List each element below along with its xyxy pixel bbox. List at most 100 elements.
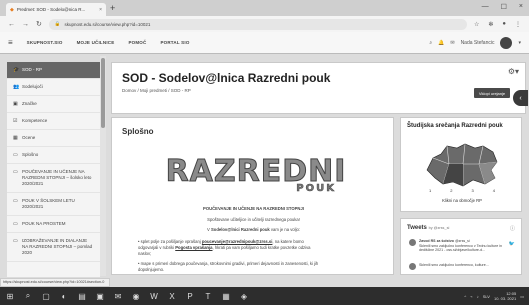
- sidebar-item-course[interactable]: 🎓 SOD - RP: [7, 62, 100, 79]
- tweet-author: Zavod RS za šolstvo: [419, 239, 454, 243]
- powerpoint-icon[interactable]: P: [185, 292, 195, 301]
- tray-chevron-icon[interactable]: ^: [464, 294, 466, 299]
- mortarboard-icon: 🎓: [13, 67, 20, 73]
- tweets-title: Tweets by @zrss_si: [407, 225, 450, 231]
- notification-center-icon[interactable]: ▭: [520, 294, 524, 299]
- network-icon[interactable]: ⌁: [470, 294, 472, 299]
- task-view-icon[interactable]: ▢: [41, 292, 51, 301]
- store-icon[interactable]: ▣: [95, 292, 105, 301]
- map-axis-ticks: 1234: [429, 188, 495, 193]
- user-name[interactable]: Nada Stefancic: [461, 40, 495, 46]
- info-icon[interactable]: ⓘ: [510, 225, 515, 232]
- lock-icon: 🔒: [54, 21, 61, 26]
- url-field[interactable]: 🔒 skupnost.edu.si/course/view.php?id=100…: [48, 18, 467, 30]
- sidebar-item-section-spring[interactable]: ▭ IZOBRAŽEVANJE IN DIALANJE NA RAZREDNI …: [7, 233, 100, 262]
- badge-icon: ▣: [13, 101, 18, 107]
- tweet-item[interactable]: Sklenili smo zaključno konferenco, kultu…: [409, 263, 517, 270]
- sidebar-item-label: Sodelujoči: [22, 84, 43, 89]
- tweet-text: Sklenili smo zaključno konferenco, kultu…: [419, 263, 489, 267]
- mail-icon[interactable]: ✉: [113, 292, 123, 301]
- excel-icon[interactable]: X: [167, 292, 177, 301]
- url-text: skupnost.edu.si/course/view.php?id=10021: [64, 21, 151, 27]
- word-icon[interactable]: W: [149, 292, 159, 301]
- clock[interactable]: 12:05 10. 03. 2021: [494, 291, 516, 301]
- sidebar-item-label: Ocene: [22, 135, 36, 140]
- faq-link[interactable]: Pogosta vprašanja: [175, 245, 212, 250]
- windows-start-icon[interactable]: ⊞: [5, 292, 15, 301]
- sidebar-item-label: IZOBRAŽEVANJE IN DIALANJE NA RAZREDNI ST…: [22, 238, 93, 255]
- search-icon[interactable]: ⌕: [23, 291, 33, 301]
- sidebar-item-section-outdoor[interactable]: ▭ POUK NA PROSTEM: [7, 216, 100, 233]
- nav-link-pomoc[interactable]: POMOČ: [128, 40, 146, 45]
- status-url: https://skupnost.edu.si/course/view.php?…: [0, 278, 110, 287]
- sidebar-item-general[interactable]: ▭ Splošno: [7, 147, 100, 164]
- user-menu-chevron-icon[interactable]: ▾: [518, 40, 521, 46]
- notifications-icon[interactable]: 🔔: [438, 40, 444, 46]
- profile-icon[interactable]: ●: [502, 21, 506, 28]
- bullet-question-form: • splet polje za pošiljanje vprašanj pou…: [138, 239, 311, 256]
- back-icon[interactable]: ←: [8, 21, 15, 28]
- intro-heading: POUČEVANJE IN UČENJE NA RAZREDNI STOPNJI: [203, 206, 304, 211]
- app-icon[interactable]: ▦: [221, 292, 231, 301]
- grid-icon: ▦: [13, 135, 18, 141]
- app-icon[interactable]: ◈: [239, 292, 249, 301]
- keyboard-language[interactable]: SLV: [483, 294, 490, 299]
- avatar: [409, 263, 416, 270]
- folder-icon: ▭: [13, 221, 18, 227]
- drawer-toggle-button[interactable]: ‹: [513, 90, 528, 106]
- avatar[interactable]: [500, 36, 513, 49]
- intro-text: V Sodelov@lnici Razredni pouk vam je na …: [207, 227, 300, 232]
- razredni-pouk-banner: RAZREDNI POUK: [164, 152, 348, 202]
- sidebar-item-label: POUČEVANJE IN UČENJE NA RAZREDNI STOPNJI…: [22, 169, 92, 186]
- map-region-link[interactable]: Klikni na območje RP: [401, 198, 523, 203]
- nav-link-moje-ucilnice[interactable]: MOJE UČILNICE: [77, 40, 115, 45]
- search-icon[interactable]: ⌕: [429, 40, 432, 46]
- hamburger-menu-icon[interactable]: ≡: [8, 38, 13, 47]
- messages-icon[interactable]: ✉: [450, 40, 454, 46]
- study-meetings-block: Študijska srečanja Razredni pouk 1234 Kl…: [400, 117, 522, 212]
- sidebar-item-section-teaching[interactable]: ▭ POUČEVANJE IN UČENJE NA RAZREDNI STOPN…: [7, 164, 100, 193]
- email-link[interactable]: poucevanje@razrednipouk@zrss.si: [202, 239, 273, 244]
- sidebar-item-label: SOD - RP: [22, 67, 43, 72]
- browser-tab[interactable]: ◆ Predmet: SOD - Sodelo@nica R... ×: [6, 3, 106, 16]
- windows-taskbar: ⊞ ⌕ ▢ ◐ ▤ ▣ ✉ ◉ W X P T ▦ ◈ ^ ⌁ ♪ SLV 12…: [0, 287, 529, 305]
- new-tab-button[interactable]: +: [110, 3, 115, 14]
- moodle-favicon-icon: ◆: [10, 6, 14, 13]
- sidebar-item-participants[interactable]: 👥 Sodelujoči: [7, 79, 100, 96]
- tab-close-icon[interactable]: ×: [99, 7, 102, 13]
- page-header: SOD - Sodelov@lnica Razredni pouk Domov …: [111, 62, 526, 114]
- sidebar-scrollbar-thumb[interactable]: [101, 58, 105, 128]
- folder-icon: ▭: [13, 152, 18, 158]
- folder-icon: ▭: [13, 198, 18, 204]
- maximize-icon[interactable]: ☐: [501, 3, 507, 11]
- sidebar-item-competencies[interactable]: ☑ Kompetence: [7, 113, 100, 130]
- minimize-icon[interactable]: —: [482, 3, 489, 11]
- reload-icon[interactable]: ↻: [36, 20, 42, 28]
- sidebar-item-badges[interactable]: ▣ Značke: [7, 96, 100, 113]
- system-tray: ^ ⌁ ♪ SLV 12:05 10. 03. 2021 ▭: [464, 291, 524, 301]
- sidebar-item-section-school-year[interactable]: ▭ POUK V ŠOLSKEM LETU 2020/2021: [7, 193, 100, 216]
- forward-icon[interactable]: →: [22, 21, 29, 28]
- checklist-icon: ☑: [13, 118, 18, 124]
- file-explorer-icon[interactable]: ▤: [77, 292, 87, 301]
- gear-icon[interactable]: ⚙▾: [508, 67, 519, 76]
- chrome-icon[interactable]: ◉: [131, 292, 141, 301]
- nav-link-portal[interactable]: PORTAL SIO: [160, 40, 189, 45]
- close-window-icon[interactable]: ×: [519, 3, 523, 11]
- nav-link-skupnost[interactable]: SKUPNOST.SIO: [27, 40, 63, 45]
- tweet-item[interactable]: Zavod RS za šolstvo @zrss_si Sklenili sm…: [409, 239, 517, 253]
- menu-dots-icon[interactable]: ⋮: [515, 21, 521, 28]
- extensions-icon[interactable]: ✻: [488, 21, 493, 28]
- course-sidebar: 🎓 SOD - RP 👥 Sodelujoči ▣ Značke ☑ Kompe…: [7, 62, 100, 277]
- edge-browser-icon[interactable]: ◐: [59, 292, 69, 301]
- tweet-handle: @zrss_si: [454, 239, 470, 243]
- turn-editing-on-button[interactable]: Vklopi urejanje: [474, 88, 510, 98]
- breadcrumb[interactable]: Domov / Moji predmeti / SOD - RP: [122, 88, 191, 93]
- teams-icon[interactable]: T: [203, 292, 213, 301]
- volume-icon[interactable]: ♪: [477, 294, 479, 299]
- slovenia-regions-map[interactable]: [423, 140, 501, 188]
- chevron-left-icon: ‹: [519, 94, 522, 102]
- sidebar-item-grades[interactable]: ▦ Ocene: [7, 130, 100, 147]
- star-icon[interactable]: ☆: [474, 21, 479, 28]
- banner-sub: POUK: [296, 183, 336, 195]
